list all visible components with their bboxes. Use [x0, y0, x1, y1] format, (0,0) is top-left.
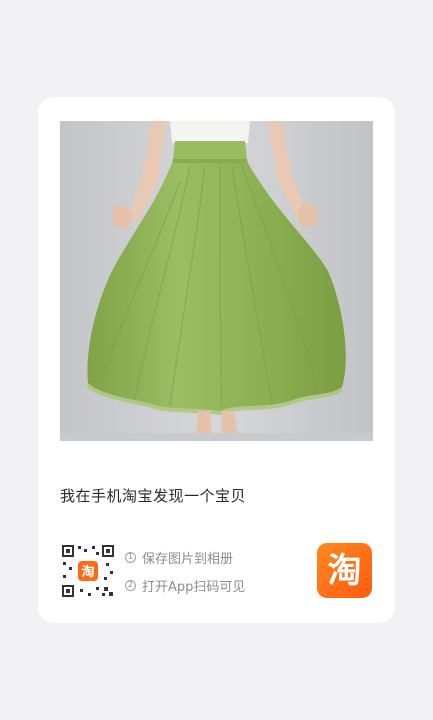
step-number: 1: [125, 551, 136, 563]
taobao-logo-text: 淘: [327, 550, 362, 591]
step-open-app: 2 打开App扫码可见: [125, 575, 245, 595]
product-image[interactable]: [60, 121, 373, 441]
share-headline: 我在手机淘宝发现一个宝贝: [60, 487, 247, 505]
step-text: 保存图片到相册: [142, 551, 234, 567]
svg-text:淘: 淘: [81, 564, 94, 580]
share-card: 我在手机淘宝发现一个宝贝 淘 1 保存图片到相册 2 打开App扫码可见 淘: [38, 97, 395, 623]
step-number: 2: [125, 579, 136, 591]
step-save-image: 1 保存图片到相册: [125, 547, 245, 567]
taobao-logo-icon[interactable]: 淘: [317, 543, 372, 598]
scan-instructions: 1 保存图片到相册 2 打开App扫码可见: [125, 547, 245, 603]
qr-code-icon: 淘: [60, 543, 116, 599]
step-text: 打开App扫码可见: [142, 579, 246, 595]
